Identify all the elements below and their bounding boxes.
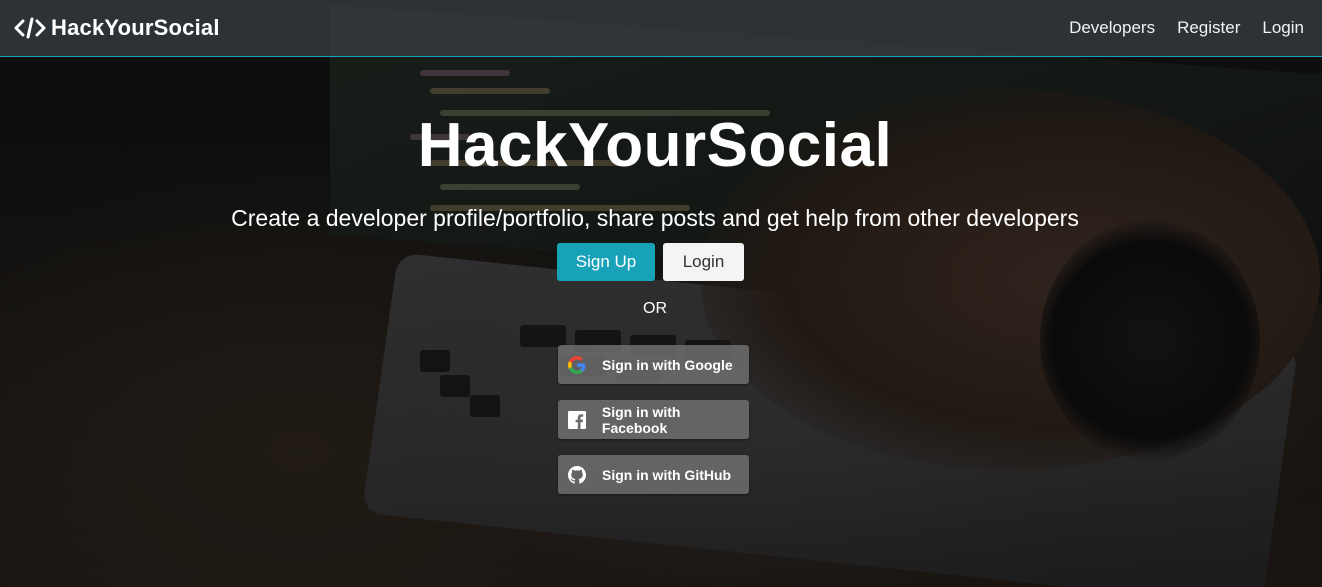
hero-title: HackYourSocial xyxy=(417,111,893,180)
or-divider: OR xyxy=(643,300,667,317)
background-overlay xyxy=(0,0,1322,587)
github-signin-label: Sign in with GitHub xyxy=(602,466,732,483)
navbar: HackYourSocial Developers Register Login xyxy=(0,0,1322,57)
signup-button[interactable]: Sign Up xyxy=(557,243,655,281)
login-button[interactable]: Login xyxy=(663,243,744,281)
nav-link-login[interactable]: Login xyxy=(1262,18,1304,38)
code-icon xyxy=(14,16,46,40)
google-signin-label: Sign in with Google xyxy=(602,356,733,373)
brand-link[interactable]: HackYourSocial xyxy=(14,15,220,41)
facebook-icon xyxy=(567,410,587,430)
google-signin-button[interactable]: Sign in with Google xyxy=(558,345,749,384)
brand-name: HackYourSocial xyxy=(51,15,220,40)
google-icon xyxy=(567,355,587,375)
nav-links: Developers Register Login xyxy=(1047,18,1304,38)
github-signin-button[interactable]: Sign in with GitHub xyxy=(558,455,749,494)
github-icon xyxy=(567,465,587,485)
facebook-signin-label: Sign in with Facebook xyxy=(601,403,681,436)
facebook-signin-button[interactable]: Sign in with Facebook xyxy=(558,400,749,439)
hero-subtitle: Create a developer profile/portfolio, sh… xyxy=(231,205,1079,231)
nav-link-register[interactable]: Register xyxy=(1177,18,1240,38)
nav-link-developers[interactable]: Developers xyxy=(1069,18,1155,38)
